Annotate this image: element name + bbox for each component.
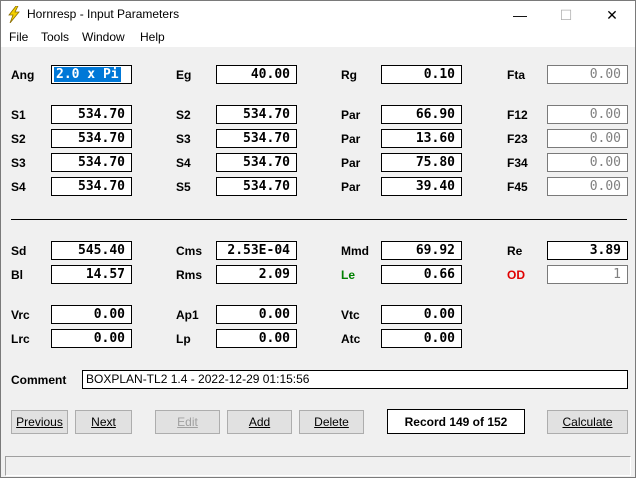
f23-label: F23	[507, 132, 528, 146]
title-bar[interactable]: Hornresp - Input Parameters — ☐ ✕	[1, 1, 635, 29]
re-label: Re	[507, 244, 523, 258]
f12-field: 0.00	[547, 105, 628, 124]
minimize-button[interactable]: —	[497, 1, 543, 29]
menu-window[interactable]: Window	[82, 30, 125, 44]
s2-field[interactable]: 534.70	[51, 129, 132, 148]
par1-label: Par	[341, 108, 361, 122]
par4-field[interactable]: 39.40	[381, 177, 462, 196]
re-field[interactable]: 3.89	[547, 241, 628, 260]
section-divider	[11, 219, 627, 220]
f23-field: 0.00	[547, 129, 628, 148]
menu-bar: File Tools Window Help	[1, 29, 635, 47]
rg-field[interactable]: 0.10	[381, 65, 462, 84]
s3-field[interactable]: 534.70	[51, 153, 132, 172]
od-label[interactable]: OD	[507, 268, 525, 282]
le-label[interactable]: Le	[341, 268, 355, 282]
fta-label: Fta	[507, 68, 525, 82]
f12-label: F12	[507, 108, 528, 122]
vrc-label: Vrc	[11, 308, 30, 322]
lightning-bolt-icon	[8, 6, 20, 23]
add-button[interactable]: Add	[227, 410, 292, 434]
f34-label: F34	[507, 156, 528, 170]
mmd-label: Mmd	[341, 244, 369, 258]
menu-file[interactable]: File	[9, 30, 28, 44]
menu-tools[interactable]: Tools	[41, 30, 69, 44]
record-indicator: Record 149 of 152	[387, 409, 525, 434]
rms-field[interactable]: 2.09	[216, 265, 297, 284]
f45-field: 0.00	[547, 177, 628, 196]
ap1-label: Ap1	[176, 308, 199, 322]
eg-field[interactable]: 40.00	[216, 65, 297, 84]
rg-label: Rg	[341, 68, 357, 82]
par1-field[interactable]: 66.90	[381, 105, 462, 124]
previous-button[interactable]: Previous	[11, 410, 68, 434]
rms-label: Rms	[176, 268, 203, 282]
ang-value: 2.0 x Pi	[54, 67, 121, 82]
ap1-field[interactable]: 0.00	[216, 305, 297, 324]
s4a-field[interactable]: 534.70	[216, 153, 297, 172]
s2-label: S2	[11, 132, 26, 146]
od-field: 1	[547, 265, 628, 284]
lrc-field[interactable]: 0.00	[51, 329, 132, 348]
comment-label: Comment	[11, 373, 67, 387]
lp-field[interactable]: 0.00	[216, 329, 297, 348]
ang-label: Ang	[11, 68, 35, 82]
cms-label: Cms	[176, 244, 203, 258]
lrc-label: Lrc	[11, 332, 30, 346]
vrc-field[interactable]: 0.00	[51, 305, 132, 324]
fta-field: 0.00	[547, 65, 628, 84]
sd-field[interactable]: 545.40	[51, 241, 132, 260]
window-title: Hornresp - Input Parameters	[27, 7, 180, 21]
par2-field[interactable]: 13.60	[381, 129, 462, 148]
s5-label: S5	[176, 180, 191, 194]
s1-label: S1	[11, 108, 26, 122]
vtc-label: Vtc	[341, 308, 360, 322]
par4-label: Par	[341, 180, 361, 194]
status-bar	[5, 456, 631, 476]
s4a-label: S4	[176, 156, 191, 170]
eg-label: Eg	[176, 68, 192, 82]
s5-field[interactable]: 534.70	[216, 177, 297, 196]
s3-label: S3	[11, 156, 26, 170]
mmd-field[interactable]: 69.92	[381, 241, 462, 260]
s4-field[interactable]: 534.70	[51, 177, 132, 196]
next-button[interactable]: Next	[75, 410, 132, 434]
cms-field[interactable]: 2.53E-04	[216, 241, 297, 260]
s2a-field[interactable]: 534.70	[216, 105, 297, 124]
sd-label: Sd	[11, 244, 27, 258]
s2a-label: S2	[176, 108, 191, 122]
main-window: Hornresp - Input Parameters — ☐ ✕ File T…	[0, 0, 636, 478]
f45-label: F45	[507, 180, 528, 194]
calculate-button[interactable]: Calculate	[547, 410, 628, 434]
par3-field[interactable]: 75.80	[381, 153, 462, 172]
bl-field[interactable]: 14.57	[51, 265, 132, 284]
delete-button[interactable]: Delete	[299, 410, 364, 434]
maximize-button[interactable]: ☐	[543, 1, 589, 29]
edit-button: Edit	[155, 410, 220, 434]
par2-label: Par	[341, 132, 361, 146]
s1-field[interactable]: 534.70	[51, 105, 132, 124]
atc-field[interactable]: 0.00	[381, 329, 462, 348]
comment-field[interactable]: BOXPLAN-TL2 1.4 - 2022-12-29 01:15:56	[82, 370, 628, 389]
s3a-field[interactable]: 534.70	[216, 129, 297, 148]
close-button[interactable]: ✕	[589, 1, 635, 29]
f34-field: 0.00	[547, 153, 628, 172]
s4-label: S4	[11, 180, 26, 194]
bl-label: Bl	[11, 268, 23, 282]
atc-label: Atc	[341, 332, 361, 346]
ang-field[interactable]: 2.0 x Pi	[51, 65, 132, 84]
le-field[interactable]: 0.66	[381, 265, 462, 284]
lp-label: Lp	[176, 332, 191, 346]
menu-help[interactable]: Help	[140, 30, 165, 44]
vtc-field[interactable]: 0.00	[381, 305, 462, 324]
s3a-label: S3	[176, 132, 191, 146]
par3-label: Par	[341, 156, 361, 170]
